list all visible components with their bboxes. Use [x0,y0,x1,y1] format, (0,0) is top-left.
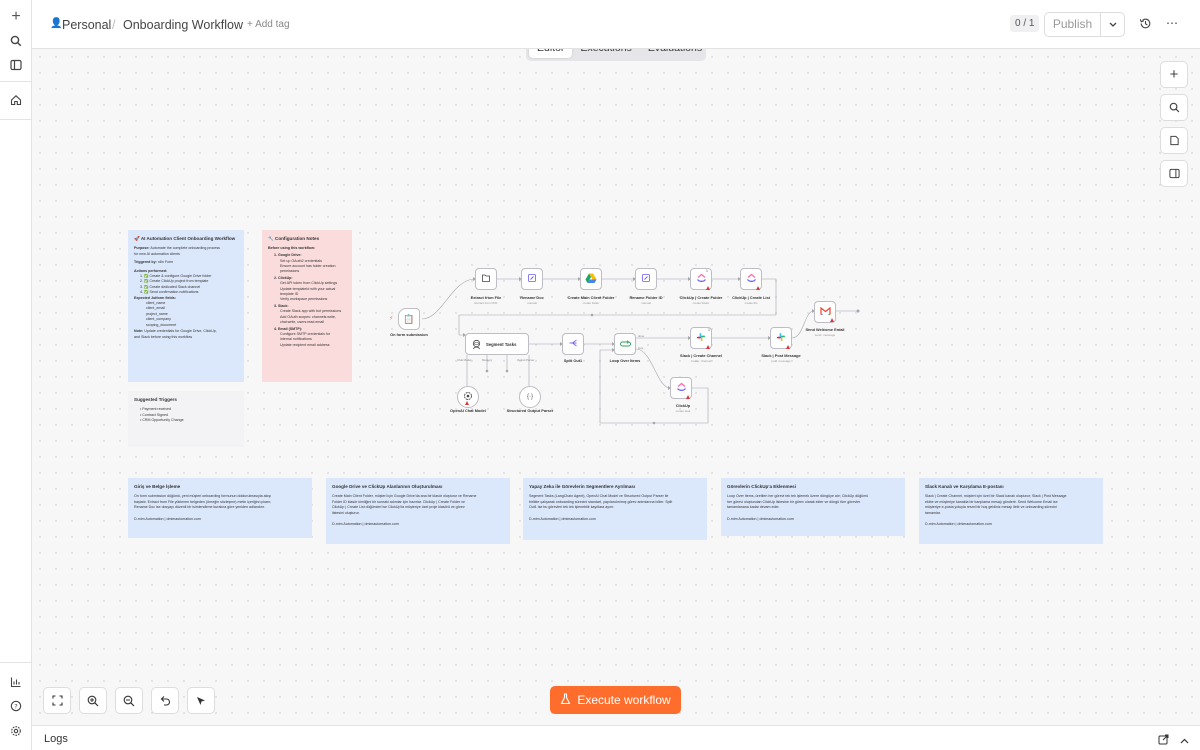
user-icon: 👤 [50,18,63,29]
node-label: Segment Tasks [486,342,517,347]
clickup-icon [696,273,707,285]
help-icon[interactable]: ? [7,697,25,715]
node-sublabel: create: channel [690,359,712,363]
node-structured-output-parser[interactable]: {·} [519,386,541,408]
warning-icon [756,286,760,290]
insights-chart-icon[interactable] [7,673,25,691]
tidy-up-button[interactable] [187,687,215,714]
warning-icon [706,286,710,290]
more-options-icon[interactable]: ⋯ [1166,16,1179,30]
sticky-note-drive-clickup[interactable]: Google Drive ve ClickUp Alanlarının Oluş… [326,478,510,544]
port-label: Chat Model [457,358,472,362]
loop-icon [619,339,631,350]
search-icon[interactable] [7,32,25,50]
node-rename-doc[interactable] [521,268,543,290]
zoom-in-button[interactable] [79,687,107,714]
agent-icon [471,339,482,352]
warning-icon [686,395,690,399]
connection-lines [421,277,860,425]
split-icon [568,338,578,350]
sticky-title: 🚀 AI Automation Client Onboarding Workfl… [134,236,236,241]
node-label: ClickUp | Create List [732,295,770,300]
top-header: 👤 Personal / Onboarding Workflow + Add t… [32,0,1200,49]
node-label: Structured Output Parser [506,408,554,413]
logs-label: Logs [44,733,68,745]
output-label: loop [638,346,644,350]
suggested-triggers-sticky-note[interactable]: Suggested Triggers • Payment received • … [128,391,244,447]
port-label: Memory [482,358,493,362]
node-create-main-client-folder[interactable] [580,268,602,290]
publish-group: Publish [1044,12,1125,37]
workflow-name[interactable]: Onboarding Workflow [123,18,243,32]
slack-icon [776,332,786,344]
node-label: ClickUp [675,403,691,408]
settings-gear-icon[interactable] [7,722,25,740]
add-tag-link[interactable]: + Add tag [247,19,290,30]
slack-icon [696,332,706,344]
node-rename-folder-id[interactable] [635,268,657,290]
node-split-out[interactable] [562,333,584,355]
node-label: Send Welcome Email [805,327,845,332]
svg-text:?: ? [14,702,17,710]
sticky-note-input-processing[interactable]: Giriş ve Belge İşleme On form submission… [128,478,312,538]
node-sublabel: post: message [771,359,791,363]
zoom-out-button[interactable] [115,687,143,714]
run-count-badge: 1 [708,328,710,332]
braces-icon: {·} [526,394,533,400]
gmail-icon [819,306,831,317]
publish-button[interactable]: Publish [1045,13,1101,36]
sticky-note-slack-email[interactable]: Slack Kanalı ve Karşılama E-postası Slac… [919,478,1103,544]
pencil-icon [641,273,651,285]
history-icon[interactable] [1139,17,1152,35]
output-label: done [638,334,645,338]
file-icon [481,273,491,285]
node-extract-from-file[interactable] [475,268,497,290]
node-label: On form submission [390,332,428,337]
fit-view-button[interactable] [43,687,71,714]
clipboard-icon: 📋 [403,313,415,324]
trigger-bolt-icon: ⚡ [389,316,394,322]
warning-icon [706,345,710,349]
pencil-icon [527,273,537,285]
workflow-canvas[interactable]: Editor Executions Evaluations + [32,49,1200,725]
warning-icon [786,345,790,349]
node-sublabel: create:task [675,409,691,413]
overview-sticky-note[interactable]: 🚀 AI Automation Client Onboarding Workfl… [128,230,244,382]
version-counter: 0 / 1 [1010,15,1040,32]
plus-icon[interactable]: + [7,8,25,26]
left-sidebar: + ? [0,0,32,750]
workspace-breadcrumb[interactable]: Personal [62,18,111,32]
configuration-sticky-note[interactable]: 🔧 Configuration Notes Before using this … [262,230,352,382]
node-segment-tasks-agent[interactable]: Segment Tasks [465,333,529,355]
logs-bar[interactable]: Logs [32,725,1200,750]
sticky-note-ai-segmentation[interactable]: Yapay Zeka ile Görevlerin Segmentlere Ay… [523,478,707,540]
chevron-up-icon[interactable] [1180,731,1189,749]
run-count-badge: 1 [706,269,708,273]
popout-icon[interactable] [1158,732,1169,750]
home-icon[interactable] [7,91,25,109]
node-loop-over-items[interactable] [614,333,636,355]
sticky-note-clickup-tasks[interactable]: Görevlerin ClickUp'a Eklenmesi Loop Over… [721,478,905,536]
node-label: Slack | Post Message [761,353,801,358]
execute-workflow-button[interactable]: Execute workflow [550,686,681,714]
google-drive-icon [585,273,597,286]
node-sublabel: send: message [814,333,836,337]
undo-button[interactable] [151,687,179,714]
clickup-icon [676,382,687,394]
breadcrumb-separator: / [112,18,116,32]
warning-icon [830,318,834,322]
flask-icon [560,692,571,708]
node-label: OpenAI Chat Model [450,408,486,413]
node-sublabel: create:list [744,301,758,305]
node-label: Slack | Create Channel [680,353,722,358]
node-label: Loop Over Items [609,358,641,363]
clickup-icon [746,273,757,285]
node-form-submission[interactable]: 📋 [398,308,420,330]
panel-toggle-icon[interactable] [7,56,25,74]
warning-icon [465,401,469,405]
port-label: Output Parser [517,358,535,362]
chevron-down-icon[interactable] [1101,13,1124,36]
